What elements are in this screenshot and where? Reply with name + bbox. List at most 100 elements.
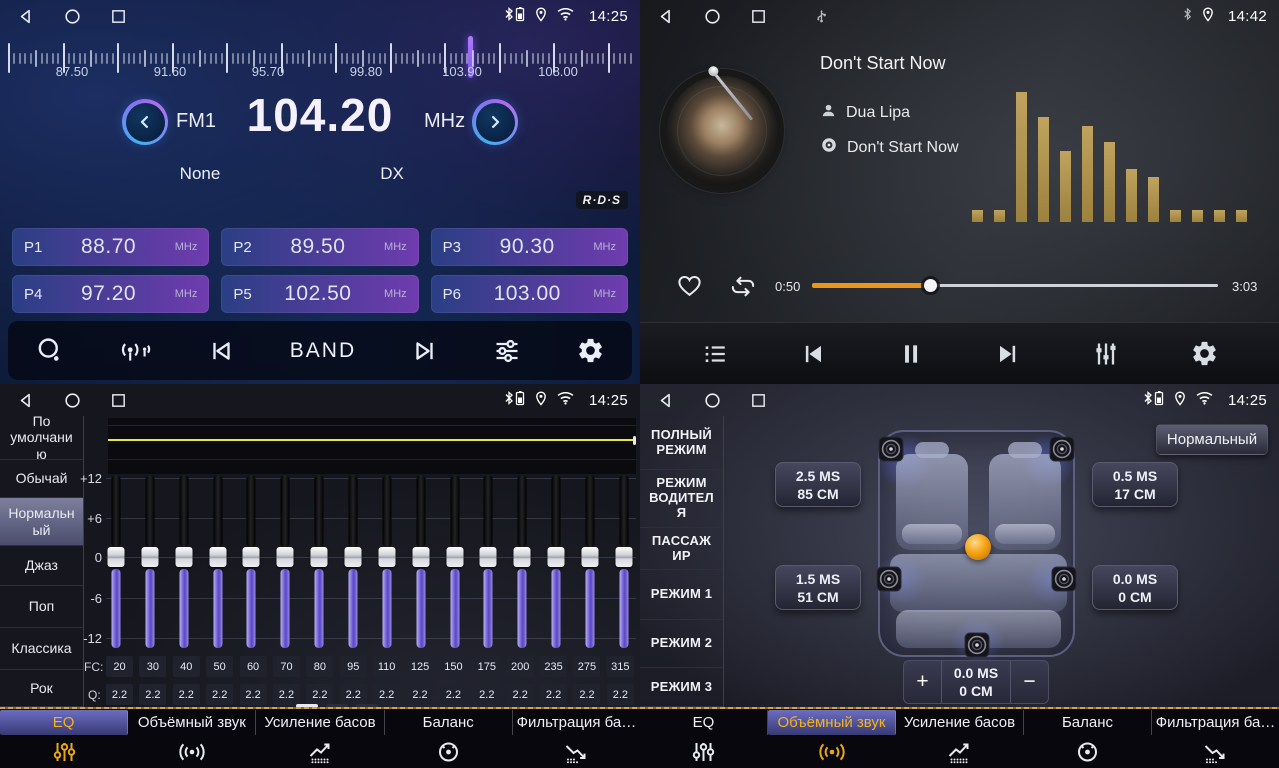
home-icon[interactable] — [703, 7, 722, 26]
tab-bass-boost[interactable]: Усиление басов — [896, 710, 1024, 735]
listening-position-marker[interactable] — [965, 534, 991, 560]
mode-item-3[interactable]: ПАССАЖИР — [640, 528, 723, 570]
tab-surround[interactable]: Объёмный звук — [768, 710, 896, 735]
slider-knob[interactable] — [108, 547, 125, 567]
tab-bass-boost[interactable]: Усиление басов — [256, 710, 384, 735]
preset-button-p3[interactable]: P390.30MHz — [431, 228, 628, 266]
eq-band-slider-8[interactable] — [343, 474, 363, 652]
recents-icon[interactable] — [750, 392, 767, 409]
slider-knob[interactable] — [209, 547, 226, 567]
rear-right-delay-button[interactable]: 0.0 MS 0 CM — [1092, 565, 1178, 610]
playlist-icon[interactable] — [700, 341, 730, 367]
slider-knob[interactable] — [480, 547, 497, 567]
balance-icon[interactable] — [1023, 735, 1151, 768]
slider-knob[interactable] — [378, 547, 395, 567]
back-icon[interactable] — [16, 7, 35, 26]
settings-gear-icon[interactable] — [576, 336, 605, 365]
bass-filter-icon[interactable] — [1151, 735, 1279, 768]
slider-knob[interactable] — [514, 547, 531, 567]
eq-band-slider-3[interactable] — [174, 474, 194, 652]
slider-knob[interactable] — [141, 547, 158, 567]
slider-knob[interactable] — [446, 547, 463, 567]
mode-item-2[interactable]: РЕЖИМ ВОДИТЕЛЯ — [640, 470, 723, 528]
eq-preset-1[interactable]: По умолчанию — [0, 416, 83, 460]
bass-boost-icon[interactable] — [896, 735, 1024, 768]
stage-profile-button[interactable]: Нормальный — [1156, 424, 1268, 455]
eq-band-slider-16[interactable] — [614, 474, 634, 652]
seek-down-button[interactable] — [122, 99, 168, 145]
delay-increase-button[interactable]: + — [904, 661, 941, 703]
preset-button-p2[interactable]: P289.50MHz — [221, 228, 418, 266]
eq-band-slider-9[interactable] — [377, 474, 397, 652]
tab-balance[interactable]: Баланс — [1024, 710, 1152, 735]
tune-up-icon[interactable] — [410, 337, 439, 365]
mode-item-1[interactable]: ПОЛНЫЙ РЕЖИМ — [640, 416, 723, 470]
preset-button-p1[interactable]: P188.70MHz — [12, 228, 209, 266]
slider-knob[interactable] — [412, 547, 429, 567]
slider-knob[interactable] — [548, 547, 565, 567]
eq-band-slider-7[interactable] — [309, 474, 329, 652]
surround-icon[interactable] — [128, 735, 256, 768]
broadcast-antenna-icon[interactable] — [117, 336, 153, 366]
home-icon[interactable] — [63, 391, 82, 410]
eq-sliders-icon[interactable] — [0, 735, 128, 768]
delay-decrease-button[interactable]: − — [1011, 661, 1048, 703]
eq-band-slider-11[interactable] — [445, 474, 465, 652]
rear-left-delay-button[interactable]: 1.5 MS 51 CM — [775, 565, 861, 610]
front-left-delay-button[interactable]: 2.5 MS 85 CM — [775, 462, 861, 507]
mode-item-4[interactable]: РЕЖИМ 1 — [640, 570, 723, 620]
balance-icon[interactable] — [384, 735, 512, 768]
bass-filter-icon[interactable] — [512, 735, 640, 768]
back-icon[interactable] — [656, 7, 675, 26]
back-icon[interactable] — [16, 391, 35, 410]
slider-knob[interactable] — [615, 547, 632, 567]
favorite-heart-icon[interactable] — [675, 272, 704, 304]
previous-track-icon[interactable] — [799, 340, 829, 368]
eq-band-slider-5[interactable] — [241, 474, 261, 652]
seek-up-button[interactable] — [472, 99, 518, 145]
equalizer-icon[interactable] — [1091, 340, 1121, 368]
seek-bar-knob[interactable] — [924, 279, 937, 292]
eq-band-slider-6[interactable] — [275, 474, 295, 652]
audio-settings-icon[interactable] — [492, 337, 522, 365]
home-icon[interactable] — [63, 7, 82, 26]
mode-item-6[interactable]: РЕЖИМ 3 — [640, 668, 723, 707]
tab-bass-filter[interactable]: Фильтрация ба… — [513, 710, 640, 735]
recents-icon[interactable] — [750, 8, 767, 25]
tab-bass-filter[interactable]: Фильтрация ба… — [1152, 710, 1279, 735]
preset-button-p5[interactable]: P5102.50MHz — [221, 275, 418, 313]
preset-button-p4[interactable]: P497.20MHz — [12, 275, 209, 313]
slider-knob[interactable] — [277, 547, 294, 567]
surround-icon[interactable] — [768, 735, 896, 768]
eq-band-slider-4[interactable] — [208, 474, 228, 652]
mode-item-5[interactable]: РЕЖИМ 2 — [640, 620, 723, 668]
eq-preset-7[interactable]: Рок — [0, 670, 83, 707]
eq-band-slider-14[interactable] — [546, 474, 566, 652]
slider-knob[interactable] — [582, 547, 599, 567]
slider-knob[interactable] — [243, 547, 260, 567]
eq-band-slider-2[interactable] — [140, 474, 160, 652]
slider-knob[interactable] — [311, 547, 328, 567]
settings-gear-icon[interactable] — [1190, 339, 1219, 368]
next-track-icon[interactable] — [992, 340, 1022, 368]
eq-band-slider-12[interactable] — [478, 474, 498, 652]
scan-search-icon[interactable] — [35, 336, 64, 365]
tab-surround[interactable]: Объёмный звук — [128, 710, 256, 735]
tab-balance[interactable]: Баланс — [385, 710, 513, 735]
home-icon[interactable] — [703, 391, 722, 410]
back-icon[interactable] — [656, 391, 675, 410]
seek-bar[interactable] — [812, 284, 1218, 287]
eq-band-slider-1[interactable] — [106, 474, 126, 652]
tune-down-icon[interactable] — [207, 337, 236, 365]
eq-sliders-icon[interactable] — [640, 735, 768, 768]
slider-knob[interactable] — [175, 547, 192, 567]
eq-band-slider-10[interactable] — [411, 474, 431, 652]
front-right-delay-button[interactable]: 0.5 MS 17 CM — [1092, 462, 1178, 507]
recents-icon[interactable] — [110, 8, 127, 25]
band-button[interactable]: BAND — [290, 339, 356, 363]
pause-icon[interactable] — [898, 340, 924, 368]
tab-eq-sliders[interactable]: EQ — [0, 710, 128, 735]
bass-boost-icon[interactable] — [256, 735, 384, 768]
eq-band-slider-15[interactable] — [580, 474, 600, 652]
preset-button-p6[interactable]: P6103.00MHz — [431, 275, 628, 313]
